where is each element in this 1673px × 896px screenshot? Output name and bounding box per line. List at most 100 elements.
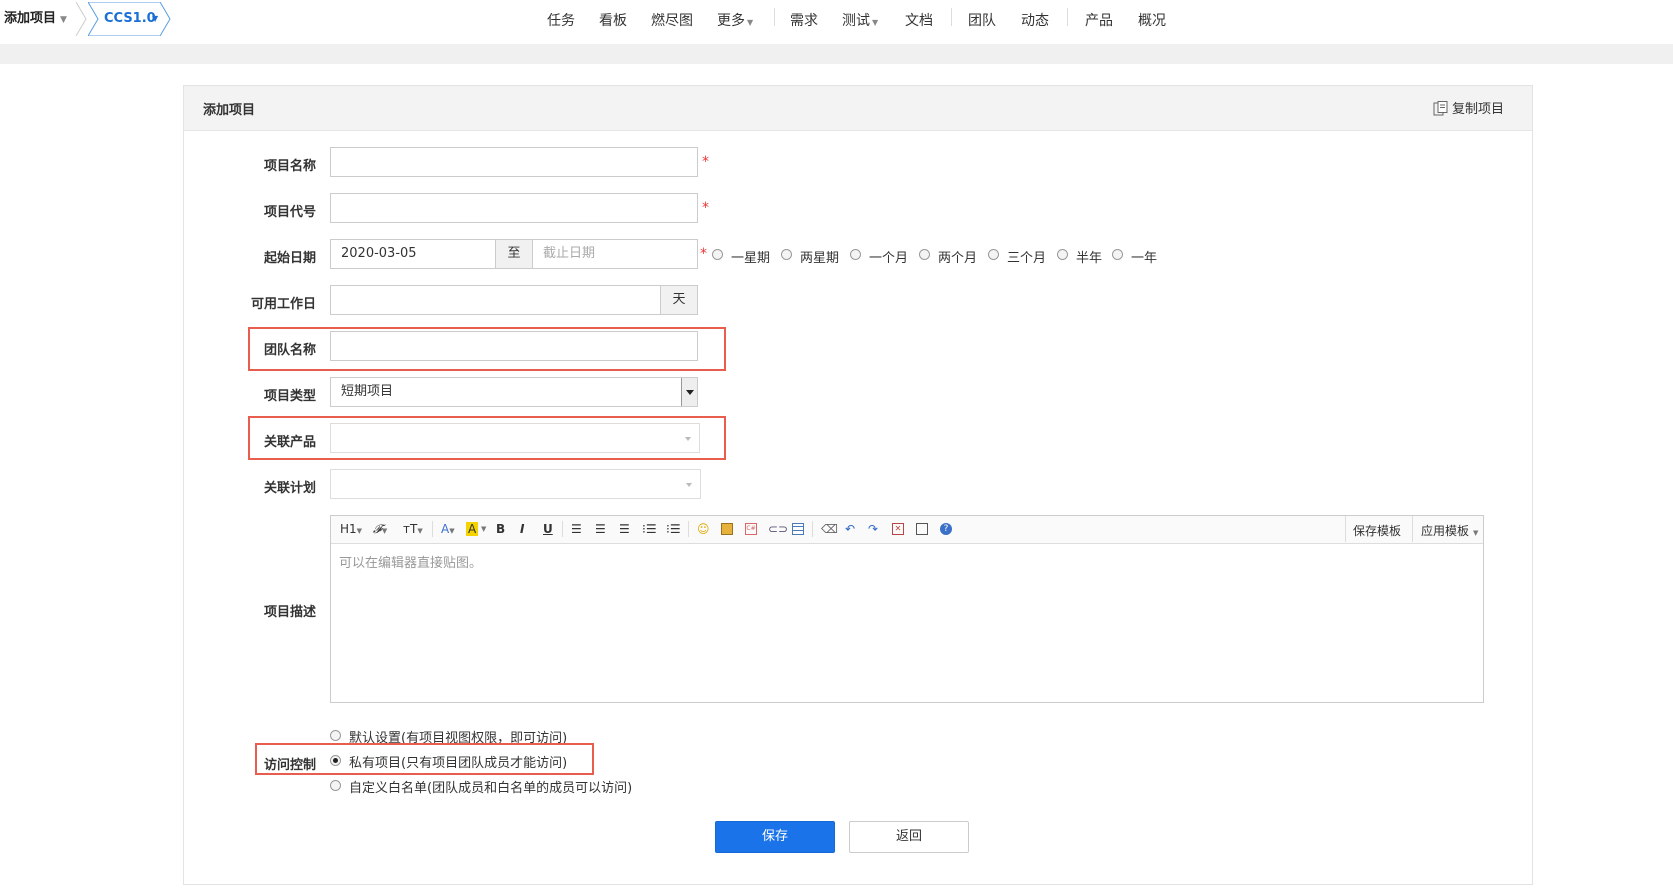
nav-story[interactable]: 需求	[790, 10, 818, 30]
table-icon[interactable]	[792, 523, 804, 535]
save-button[interactable]: 保存	[715, 821, 835, 853]
workdays-input[interactable]	[330, 285, 661, 315]
redo-icon[interactable]: ↷	[868, 522, 878, 536]
nav-burndown[interactable]: 燃尽图	[651, 10, 693, 30]
align-center-icon[interactable]: ☰	[595, 522, 606, 536]
project-type-select[interactable]: 短期项目	[330, 377, 698, 407]
nav-more[interactable]: 更多 ▼	[717, 10, 753, 30]
editor-placeholder: 可以在编辑器直接贴图。	[339, 556, 483, 571]
toolbar-divider	[688, 521, 689, 537]
heading-label: H1	[340, 522, 357, 536]
duration-radio-2m[interactable]	[919, 249, 930, 260]
italic-icon[interactable]: I	[520, 522, 524, 536]
acl-radio-default[interactable]	[330, 730, 341, 741]
duration-radio-1m[interactable]	[850, 249, 861, 260]
editor-toolbar: H1▼ 𝓕▼ тT▼ A▼ A ▼ B I U ☰ ☰ ☰ ⁝☰ ⁝☰ ☺ C# …	[331, 516, 1483, 544]
nav-more-label: 更多	[717, 13, 745, 29]
underline-icon[interactable]: U	[543, 522, 553, 536]
breadcrumb-root[interactable]: 添加项目 ▼	[4, 4, 67, 34]
apply-template-button[interactable]: 应用模板 ▼	[1421, 522, 1478, 539]
eraser-icon[interactable]: ⌫	[821, 522, 838, 536]
project-code-label: 项目代号	[263, 205, 316, 220]
undo-icon[interactable]: ↶	[845, 522, 855, 536]
duration-radio-3m[interactable]	[988, 249, 999, 260]
chevron-down-icon	[685, 437, 691, 441]
heading-button[interactable]: H1▼	[340, 522, 362, 536]
duration-label: 一星期	[731, 251, 771, 266]
emoji-icon[interactable]: ☺	[697, 522, 710, 536]
top-navbar: 添加项目 ▼ CCS1.0 ▼ 任务 看板 燃尽图 更多 ▼ 需求 测试 ▼ 文档 团…	[0, 0, 1673, 39]
required-mark: *	[702, 200, 709, 216]
related-plan-select[interactable]	[330, 469, 701, 499]
workdays-unit-addon: 天	[660, 285, 698, 315]
nav-product[interactable]: 产品	[1085, 10, 1113, 30]
nav-team[interactable]: 团队	[968, 10, 996, 30]
header-gray-strip	[0, 44, 1673, 64]
nav-dynamic[interactable]: 动态	[1021, 10, 1049, 30]
nav-test-label: 测试	[842, 13, 870, 29]
breadcrumb-separator-icon	[75, 2, 87, 36]
duration-radio-1y[interactable]	[1112, 249, 1123, 260]
back-button[interactable]: 返回	[849, 821, 969, 853]
nav-kanban[interactable]: 看板	[599, 10, 627, 30]
panel-header: 添加项目 复制项目	[184, 86, 1532, 131]
bold-icon[interactable]: B	[496, 522, 505, 536]
fullscreen-icon[interactable]: ✕	[892, 523, 904, 535]
image-icon[interactable]	[721, 523, 733, 535]
access-control-label: 访问控制	[263, 758, 316, 773]
copy-project-link[interactable]: 复制项目	[1433, 98, 1504, 117]
chevron-down-icon: ▼	[356, 527, 363, 535]
related-plan-label: 关联计划	[263, 481, 316, 496]
duration-radio-1w[interactable]	[712, 249, 723, 260]
related-product-select[interactable]	[330, 423, 700, 453]
project-name-label: 项目名称	[263, 159, 316, 174]
nav-divider	[951, 8, 952, 26]
acl-radio-private[interactable]	[330, 755, 341, 766]
highlight-color-icon[interactable]: A	[466, 522, 479, 536]
help-icon[interactable]: ?	[940, 523, 952, 535]
acl-radio-whitelist[interactable]	[330, 780, 341, 791]
select-dropdown-icon	[681, 378, 697, 406]
duration-radio-2w[interactable]	[781, 249, 792, 260]
rich-text-editor[interactable]: H1▼ 𝓕▼ тT▼ A▼ A ▼ B I U ☰ ☰ ☰ ⁝☰ ⁝☰ ☺ C# …	[330, 515, 1484, 703]
source-icon[interactable]	[916, 523, 928, 535]
toolbar-divider	[812, 521, 813, 537]
apply-template-label: 应用模板	[1421, 524, 1470, 538]
toolbar-divider	[432, 521, 433, 537]
related-product-label: 关联产品	[263, 435, 316, 450]
font-family-icon[interactable]: 𝓕▼	[373, 522, 387, 537]
code-icon[interactable]: C#	[745, 523, 757, 535]
save-template-button[interactable]: 保存模板	[1353, 522, 1401, 539]
acl-option-private: 私有项目(只有项目团队成员才能访问)	[349, 756, 568, 771]
nav-divider	[1067, 8, 1068, 26]
nav-doc[interactable]: 文档	[905, 10, 933, 30]
duration-label: 两个月	[938, 251, 978, 266]
chevron-down-icon	[686, 483, 692, 487]
end-date-input[interactable]: 截止日期	[532, 239, 698, 269]
project-name-input[interactable]	[330, 147, 698, 177]
unordered-list-icon[interactable]: ⁝☰	[666, 522, 681, 536]
required-mark: *	[702, 154, 709, 170]
duration-radio-6m[interactable]	[1057, 249, 1068, 260]
align-right-icon[interactable]: ☰	[619, 522, 630, 536]
chevron-down-icon: ▼	[1473, 529, 1479, 537]
toolbar-divider	[562, 521, 563, 537]
ordered-list-icon[interactable]: ⁝☰	[642, 522, 657, 536]
team-name-input[interactable]	[330, 331, 698, 361]
chevron-down-icon: ▼	[417, 527, 423, 535]
start-date-input[interactable]: 2020-03-05	[330, 239, 496, 269]
date-label: 起始日期	[263, 251, 316, 266]
chevron-down-icon: ▼	[747, 18, 754, 27]
nav-overview[interactable]: 概况	[1138, 10, 1166, 30]
project-code-input[interactable]	[330, 193, 698, 223]
project-desc-label: 项目描述	[263, 605, 316, 620]
nav-task[interactable]: 任务	[547, 10, 575, 30]
align-left-icon[interactable]: ☰	[571, 522, 582, 536]
chevron-down-icon: ▼	[449, 527, 455, 535]
team-name-label: 团队名称	[263, 343, 316, 358]
font-color-icon[interactable]: A▼	[441, 522, 455, 536]
link-icon[interactable]: ⊂⊃	[768, 522, 788, 536]
font-size-icon[interactable]: тT▼	[403, 522, 423, 536]
chevron-down-icon: ▼	[481, 525, 487, 533]
nav-test[interactable]: 测试 ▼	[842, 10, 878, 30]
